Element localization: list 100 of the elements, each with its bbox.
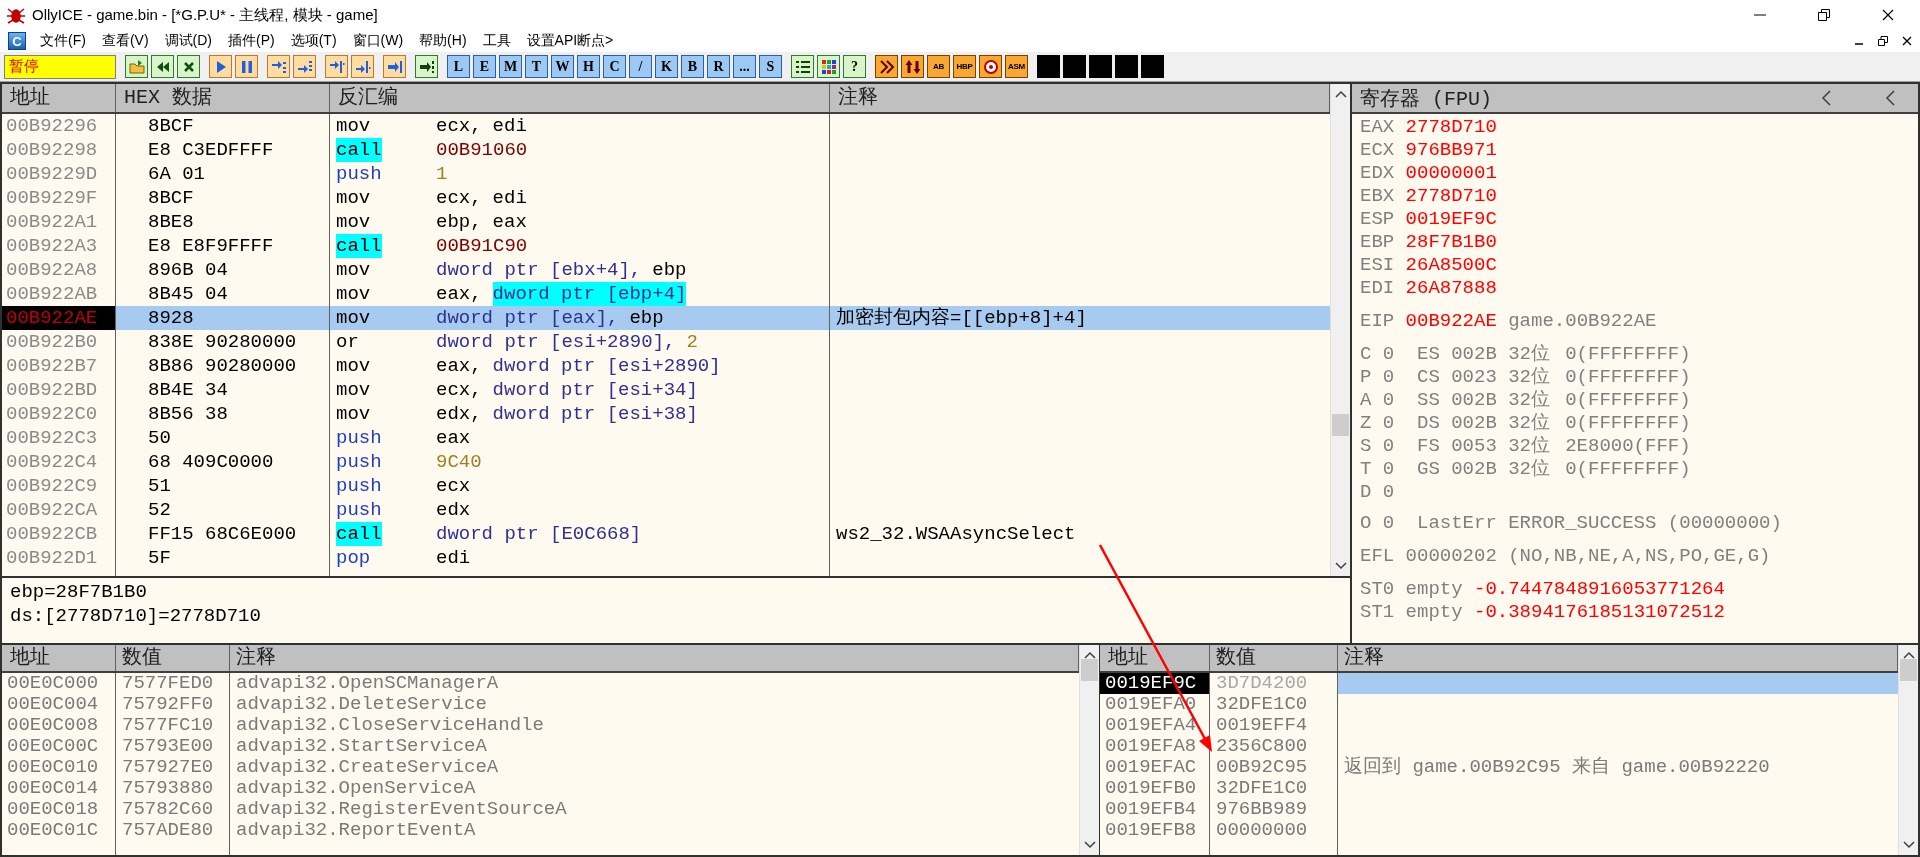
- value-cell: 32DFE1C0: [1210, 694, 1338, 715]
- toolbar-button[interactable]: C: [603, 55, 626, 78]
- toolbar-button[interactable]: M: [499, 55, 522, 78]
- toolbar-button[interactable]: [415, 55, 438, 78]
- toolbar-button[interactable]: ASM: [1005, 55, 1028, 78]
- toolbar-button[interactable]: /: [629, 55, 652, 78]
- disassembly-row[interactable]: 00B922BD 8B4E 34 mov ecx, dword ptr [esi+34]: [2, 378, 1330, 402]
- menu-item[interactable]: 工具: [482, 32, 511, 50]
- column-header[interactable]: 数值: [116, 645, 230, 671]
- menu-item[interactable]: 帮助(H): [419, 32, 467, 50]
- toolbar-button[interactable]: ...: [733, 55, 756, 78]
- toolbar-button[interactable]: HBP: [953, 55, 976, 78]
- toolbar-button[interactable]: AB: [927, 55, 950, 78]
- stack-row[interactable]: 0019EFAC 00B92C95 返回到 game.00B92C95 来自 game.00B92220: [1100, 757, 1898, 778]
- operand-text: dword ptr [esi+38]: [492, 402, 698, 426]
- disassembly-row[interactable]: 00B922C4 68 409C0000 push 9C40: [2, 450, 1330, 474]
- scrollbar-thumb[interactable]: [1081, 659, 1098, 681]
- disassembly-row[interactable]: 00B922B0 838E 90280000 or dword ptr [esi+2890], 2: [2, 330, 1330, 354]
- segment-bits: 32位: [1508, 389, 1551, 412]
- disassembly-row[interactable]: 00B92298 E8 C3EDFFFF call 00B91060: [2, 138, 1330, 162]
- window-menu-button[interactable]: C: [8, 32, 26, 50]
- register-value: 2778D710: [1405, 185, 1497, 208]
- toolbar-button[interactable]: S: [759, 55, 782, 78]
- scrollbar-thumb[interactable]: [1332, 414, 1349, 436]
- flag-name: C: [1360, 343, 1373, 366]
- toolbar-button[interactable]: [791, 55, 814, 78]
- toolbar-button[interactable]: [267, 55, 290, 78]
- menu-item[interactable]: 查看(V): [101, 32, 149, 50]
- toolbar-button[interactable]: [125, 55, 148, 78]
- collapse-button[interactable]: [1884, 89, 1896, 107]
- column-header[interactable]: 地址: [2, 84, 116, 112]
- address-cell: 00E0C01C: [2, 820, 116, 841]
- column-header[interactable]: 地址: [2, 645, 116, 671]
- toolbar-button[interactable]: W: [551, 55, 574, 78]
- menu-item[interactable]: 设置API断点>: [526, 32, 614, 50]
- toolbar-button[interactable]: [325, 55, 348, 78]
- toolbar-button[interactable]: [901, 55, 924, 78]
- operand-text: edx: [436, 498, 471, 522]
- restore-icon[interactable]: [1878, 36, 1888, 46]
- disassembly-row[interactable]: 00B922AE 8928 mov dword ptr [eax], ebp 加密封包内容=[[ebp+8]+4]: [2, 306, 1330, 330]
- disassembly-row[interactable]: 00B922D1 5F pop edi: [2, 546, 1330, 570]
- toolbar-button[interactable]: ?: [843, 55, 866, 78]
- operand-text: ecx,: [436, 114, 482, 138]
- disassembly-row[interactable]: 00B922A3 E8 E8F9FFFF call 00B91C90: [2, 234, 1330, 258]
- operand-text: dword ptr [E0C668]: [436, 522, 642, 546]
- menu-item[interactable]: 插件(P): [228, 32, 275, 50]
- toolbar-button[interactable]: [209, 55, 232, 78]
- scrollbar-thumb[interactable]: [1900, 659, 1917, 681]
- hex-cell: 8B4E 34: [116, 378, 330, 402]
- toolbar-button[interactable]: [817, 55, 840, 78]
- comment-cell: 加密封包内容=[[ebp+8]+4]: [830, 306, 1330, 330]
- toolbar-button[interactable]: K: [655, 55, 678, 78]
- scrollbar[interactable]: [1079, 645, 1099, 855]
- collapse-button[interactable]: [1820, 89, 1832, 107]
- toolbar-button[interactable]: H: [577, 55, 600, 78]
- disassembly-row[interactable]: 00B922CB FF15 68C6E000 call dword ptr [E0C668] ws2_32.WSAAsyncSelect: [2, 522, 1330, 546]
- mnemonic-text: mov: [336, 378, 371, 402]
- hex-cell: 8B86 90280000: [116, 354, 330, 378]
- toolbar-button[interactable]: [875, 55, 898, 78]
- toolbar-button[interactable]: [383, 55, 406, 78]
- column-header[interactable]: HEX 数据: [116, 84, 330, 112]
- disassembly-row[interactable]: 00B922C3 50 push eax: [2, 426, 1330, 450]
- toolbar-button[interactable]: [177, 55, 200, 78]
- stack-row[interactable]: 0019EFA4 0019EFF4: [1100, 715, 1898, 736]
- column-header[interactable]: 反汇编: [330, 84, 830, 112]
- address-cell: 00B922C3: [2, 426, 116, 450]
- disassembly-row[interactable]: 00B922C0 8B56 38 mov edx, dword ptr [esi+38]: [2, 402, 1330, 426]
- menu-item[interactable]: 窗口(W): [352, 32, 404, 50]
- toolbar-button[interactable]: [979, 55, 1002, 78]
- toolbar-button[interactable]: L: [447, 55, 470, 78]
- toolbar-button[interactable]: E: [473, 55, 496, 78]
- disassembly-row[interactable]: 00B922C9 51 push ecx: [2, 474, 1330, 498]
- register-note: (NO,NB,NE,A,NS,PO,GE,G): [1508, 545, 1771, 568]
- disassembly-row[interactable]: 00B9229F 8BCF mov ecx, edi: [2, 186, 1330, 210]
- stack-row[interactable]: 0019EFB8 00000000: [1100, 820, 1898, 841]
- column-header[interactable]: 数值: [1210, 645, 1338, 671]
- toolbar-button[interactable]: [351, 55, 374, 78]
- toolbar-button[interactable]: B: [681, 55, 704, 78]
- menu-item[interactable]: 调试(D): [164, 32, 212, 50]
- comment-cell-text: advapi32.CreateServiceA: [235, 757, 500, 778]
- scrollbar[interactable]: [1898, 645, 1918, 855]
- toolbar-button[interactable]: [293, 55, 316, 78]
- disassembly-row[interactable]: 00B922B7 8B86 90280000 mov eax, dword ptr [esi+2890]: [2, 354, 1330, 378]
- register-value: 26A87888: [1405, 277, 1497, 300]
- disassembly-row[interactable]: 00B9229D 6A 01 push 1: [2, 162, 1330, 186]
- stack-row[interactable]: 0019EFB4 976BB989: [1100, 799, 1898, 820]
- scrollbar[interactable]: [1330, 84, 1350, 576]
- column-header[interactable]: 地址: [1100, 645, 1210, 671]
- toolbar-button[interactable]: [151, 55, 174, 78]
- segment-limit: 0(FFFFFFFF): [1565, 412, 1692, 435]
- toolbar-button[interactable]: R: [707, 55, 730, 78]
- toolbar-button[interactable]: [235, 55, 258, 78]
- toolbar-button[interactable]: T: [525, 55, 548, 78]
- segment-name: DS: [1417, 412, 1441, 435]
- menu-item[interactable]: 选项(T): [290, 32, 337, 50]
- close-icon[interactable]: [1902, 36, 1912, 46]
- menu-item[interactable]: 文件(F): [40, 32, 86, 50]
- operand-text: dword ptr [eax],: [436, 306, 619, 330]
- address-cell: 00B922C0: [2, 402, 116, 426]
- stack-row[interactable]: 0019EFB0 32DFE1C0: [1100, 778, 1898, 799]
